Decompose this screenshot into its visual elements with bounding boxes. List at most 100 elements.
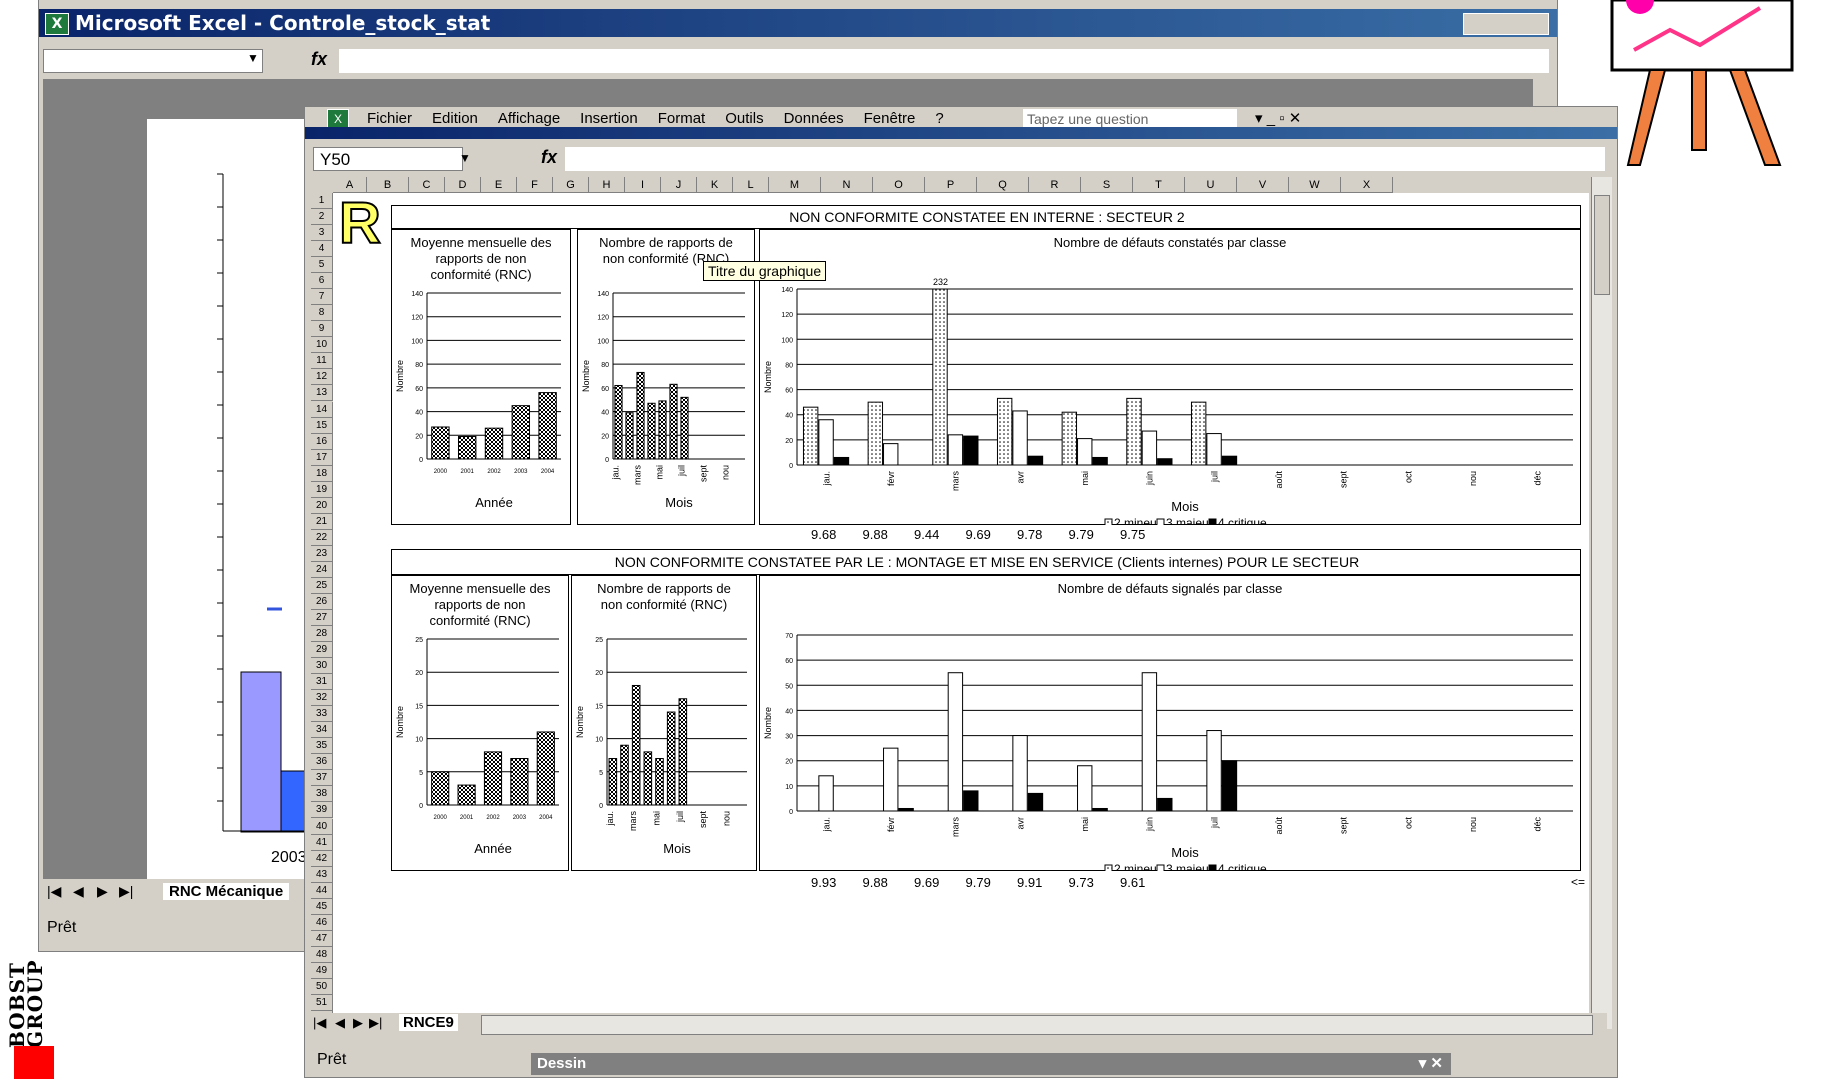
window-controls[interactable] <box>1463 13 1549 35</box>
question-box[interactable]: Tapez une question <box>1023 109 1237 129</box>
column-header[interactable]: J <box>661 177 697 193</box>
menu-item-1[interactable]: Edition <box>432 110 478 127</box>
tab-nav-first-icon[interactable]: |◀ <box>47 883 61 900</box>
menu-item-7[interactable]: Fenêtre <box>864 110 916 127</box>
tab-rnce9[interactable]: RNCE9 <box>399 1014 458 1031</box>
tab-nav-last-icon[interactable]: ▶| <box>369 1015 382 1031</box>
column-header[interactable]: N <box>821 177 873 193</box>
column-header[interactable]: F <box>517 177 553 193</box>
column-header[interactable]: R <box>1029 177 1081 193</box>
row-header[interactable]: 24 <box>311 561 333 578</box>
column-header[interactable]: E <box>481 177 517 193</box>
row-header[interactable]: 7 <box>311 289 333 306</box>
row-header[interactable]: 29 <box>311 642 333 659</box>
close-icon[interactable]: ▾ ✕ <box>1419 1053 1443 1075</box>
horizontal-scrollbar[interactable] <box>481 1015 1593 1035</box>
chart-annual-rnc-2[interactable]: Moyenne mensuelle desrapports de nonconf… <box>391 575 569 871</box>
row-header[interactable]: 40 <box>311 818 333 835</box>
column-header[interactable]: U <box>1185 177 1237 193</box>
row-header[interactable]: 42 <box>311 850 333 867</box>
tab-nav-next-icon[interactable]: ▶ <box>97 883 108 900</box>
column-header[interactable]: L <box>733 177 769 193</box>
row-header[interactable]: 18 <box>311 465 333 482</box>
column-header[interactable]: S <box>1081 177 1133 193</box>
row-header[interactable]: 36 <box>311 754 333 771</box>
column-header[interactable]: C <box>409 177 445 193</box>
menu-item-6[interactable]: Données <box>784 110 844 127</box>
row-header[interactable]: 48 <box>311 946 333 963</box>
chart-monthly-rnc-2[interactable]: Nombre de rapports denon conformité (RNC… <box>571 575 757 871</box>
tab-nav-last-icon[interactable]: ▶| <box>119 883 133 900</box>
row-header[interactable]: 49 <box>311 962 333 979</box>
name-box[interactable]: Y50 <box>313 147 463 171</box>
menu-item-4[interactable]: Format <box>658 110 706 127</box>
row-header[interactable]: 23 <box>311 545 333 562</box>
tab-nav-first-icon[interactable]: |◀ <box>313 1015 326 1031</box>
menu-item-8[interactable]: ? <box>935 110 943 127</box>
tab-nav-prev-icon[interactable]: ◀ <box>73 883 84 900</box>
back-name-box[interactable] <box>43 49 263 73</box>
column-header[interactable]: V <box>1237 177 1289 193</box>
column-header[interactable]: G <box>553 177 589 193</box>
row-header[interactable]: 14 <box>311 401 333 418</box>
column-header[interactable]: H <box>589 177 625 193</box>
column-header[interactable]: D <box>445 177 481 193</box>
row-header[interactable]: 25 <box>311 577 333 594</box>
row-header[interactable]: 37 <box>311 770 333 787</box>
row-header[interactable]: 27 <box>311 610 333 627</box>
row-header[interactable]: 28 <box>311 626 333 643</box>
row-header[interactable]: 12 <box>311 369 333 386</box>
row-header[interactable]: 20 <box>311 497 333 514</box>
chart-defects-class-1[interactable]: Nombre de défauts constatés par classe 0 2… <box>759 229 1581 525</box>
column-header[interactable]: O <box>873 177 925 193</box>
column-header[interactable]: T <box>1133 177 1185 193</box>
chevron-down-icon[interactable]: ▼ <box>459 151 471 165</box>
menu-item-3[interactable]: Insertion <box>580 110 638 127</box>
row-header[interactable]: 33 <box>311 706 333 723</box>
row-header[interactable]: 15 <box>311 417 333 434</box>
tab-nav-next-icon[interactable]: ▶ <box>353 1015 363 1031</box>
row-header[interactable]: 9 <box>311 321 333 338</box>
tab-nav-prev-icon[interactable]: ◀ <box>335 1015 345 1031</box>
column-header[interactable]: M <box>769 177 821 193</box>
row-header[interactable]: 1 <box>311 193 333 210</box>
row-header[interactable]: 45 <box>311 898 333 915</box>
row-header[interactable]: 2 <box>311 209 333 226</box>
tab-rnc-mecanique[interactable]: RNC Mécanique <box>163 883 290 900</box>
row-header[interactable]: 47 <box>311 930 333 947</box>
row-header[interactable]: 39 <box>311 802 333 819</box>
chevron-down-icon[interactable]: ▼ <box>247 51 259 65</box>
row-header[interactable]: 13 <box>311 385 333 402</box>
row-header[interactable]: 17 <box>311 449 333 466</box>
scroll-thumb[interactable] <box>1594 195 1610 295</box>
formula-input[interactable] <box>565 147 1605 171</box>
row-header[interactable]: 35 <box>311 738 333 755</box>
row-header[interactable]: 19 <box>311 481 333 498</box>
menu-item-5[interactable]: Outils <box>725 110 763 127</box>
vertical-scrollbar[interactable] <box>1591 177 1612 1029</box>
row-header[interactable]: 26 <box>311 593 333 610</box>
row-header[interactable]: 32 <box>311 690 333 707</box>
row-header[interactable]: 5 <box>311 257 333 274</box>
row-header[interactable]: 31 <box>311 674 333 691</box>
row-header[interactable]: 11 <box>311 353 333 370</box>
column-header[interactable]: X <box>1341 177 1393 193</box>
column-header[interactable]: Q <box>977 177 1029 193</box>
column-header[interactable]: P <box>925 177 977 193</box>
column-header[interactable]: W <box>1289 177 1341 193</box>
row-header[interactable]: 8 <box>311 305 333 322</box>
chart-defects-class-2[interactable]: Nombre de défauts signalés par classe 0 10… <box>759 575 1581 871</box>
row-header[interactable]: 38 <box>311 786 333 803</box>
row-header[interactable]: 6 <box>311 273 333 290</box>
row-header[interactable]: 46 <box>311 914 333 931</box>
row-header[interactable]: 41 <box>311 834 333 851</box>
column-header[interactable]: K <box>697 177 733 193</box>
column-header[interactable]: I <box>625 177 661 193</box>
row-header[interactable]: 3 <box>311 225 333 242</box>
row-header[interactable]: 30 <box>311 658 333 675</box>
menu-item-0[interactable]: Fichier <box>367 110 412 127</box>
row-header[interactable]: 16 <box>311 433 333 450</box>
row-header[interactable]: 10 <box>311 337 333 354</box>
row-header[interactable]: 4 <box>311 241 333 258</box>
row-header[interactable]: 51 <box>311 994 333 1011</box>
